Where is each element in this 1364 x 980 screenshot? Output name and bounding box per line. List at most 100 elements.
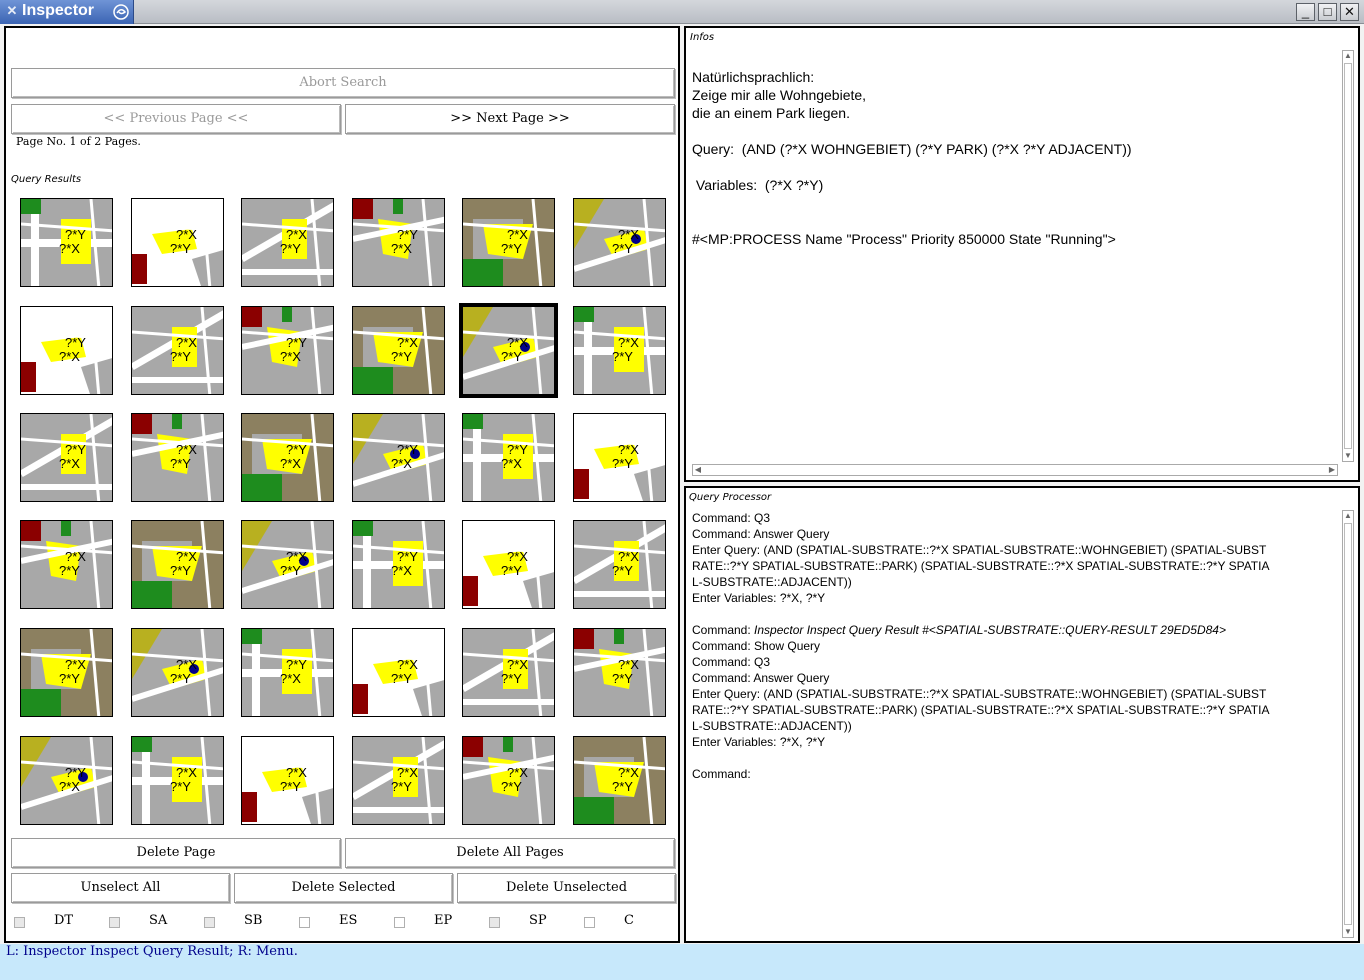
query-result-thumbnail[interactable]: ?*X ?*Y — [241, 198, 334, 287]
query-result-thumbnail[interactable]: ?*Y ?*X — [20, 413, 113, 502]
previous-page-button[interactable]: << Previous Page << — [11, 104, 341, 134]
thumb-label-second: ?*X — [280, 456, 301, 471]
thumb-label-first: ?*X — [618, 549, 639, 564]
query-result-thumbnail[interactable]: ?*X ?*Y — [131, 520, 224, 609]
thumb-label-first: ?*X — [397, 765, 418, 780]
query-result-thumbnail[interactable]: ?*X ?*Y — [352, 628, 445, 717]
swirl-icon — [113, 4, 129, 20]
checkbox-sp[interactable] — [489, 917, 500, 928]
query-result-thumbnail[interactable]: ?*X ?*Y — [462, 628, 555, 717]
map-thumbnail-image: ?*X?*Y — [463, 307, 554, 394]
thumb-label-first: ?*X — [618, 765, 639, 780]
scroll-right-icon[interactable]: ▶ — [1327, 465, 1337, 475]
map-thumbnail-image: ?*Y?*X — [353, 199, 444, 286]
close-icon[interactable]: ✕ — [1340, 3, 1359, 21]
query-result-thumbnail[interactable]: ?*X ?*Y — [573, 628, 666, 717]
delete-unselected-button[interactable]: Delete Unselected — [457, 873, 676, 903]
query-processor-log[interactable]: Command: Q3 Command: Answer Query Enter Qu… — [692, 510, 1269, 782]
thumb-label-first: ?*Y — [65, 765, 86, 780]
query-result-thumbnail[interactable]: ?*Y ?*X — [352, 198, 445, 287]
thumb-label-second: ?*Y — [391, 349, 412, 364]
thumb-label-second: ?*X — [391, 456, 412, 471]
scroll-up-icon[interactable]: ▲ — [1343, 511, 1353, 521]
thumb-label-second: ?*Y — [501, 241, 522, 256]
query-result-thumbnail[interactable]: ?*Y ?*X — [241, 413, 334, 502]
checkbox-sa[interactable] — [109, 917, 120, 928]
checkbox-ep[interactable] — [394, 917, 405, 928]
qp-vertical-scrollbar[interactable]: ▲ ▼ — [1342, 510, 1354, 938]
thumb-label-second: ?*Y — [612, 349, 633, 364]
query-result-thumbnail[interactable]: ?*X ?*Y — [462, 198, 555, 287]
thumb-label-second: ?*X — [59, 241, 80, 256]
delete-page-button[interactable]: Delete Page — [11, 838, 341, 868]
thumb-label-first: ?*X — [65, 549, 86, 564]
checkbox-c[interactable] — [584, 917, 595, 928]
query-result-thumbnail[interactable]: ?*Y ?*X — [241, 628, 334, 717]
infos-vertical-scrollbar[interactable]: ▲ ▼ — [1342, 50, 1354, 462]
query-result-thumbnail[interactable]: ?*X ?*Y — [131, 628, 224, 717]
maximize-icon[interactable]: □ — [1318, 3, 1337, 21]
query-result-thumbnail[interactable]: ?*X ?*Y — [573, 520, 666, 609]
log-line: Enter Query: (AND (SPATIAL-SUBSTRATE::?*… — [692, 543, 1267, 557]
unselect-all-button[interactable]: Unselect All — [11, 873, 230, 903]
thumb-label-first: ?*X — [507, 227, 528, 242]
thumb-label-first: ?*Y — [65, 442, 86, 457]
query-result-thumbnail[interactable]: ?*X ?*Y — [462, 736, 555, 825]
scroll-down-icon[interactable]: ▼ — [1343, 451, 1353, 461]
title-bar: ✕ Inspector _ □ ✕ — [0, 0, 1364, 24]
window-title: Inspector — [22, 2, 95, 19]
query-result-thumbnail[interactable]: ?*Y ?*X — [352, 413, 445, 502]
log-line: Enter Variables: ?*X, ?*Y — [692, 591, 826, 605]
query-result-thumbnail[interactable]: ?*X ?*Y — [241, 736, 334, 825]
delete-selected-button[interactable]: Delete Selected — [234, 873, 453, 903]
scroll-up-icon[interactable]: ▲ — [1343, 51, 1353, 61]
minimize-icon[interactable]: _ — [1296, 3, 1315, 21]
query-result-thumbnail[interactable]: ?*X ?*Y — [131, 736, 224, 825]
thumb-label-first: ?*Y — [397, 442, 418, 457]
infos-horizontal-scrollbar[interactable]: ◀ ▶ — [692, 464, 1338, 476]
query-result-thumbnail[interactable]: ?*X ?*Y — [573, 736, 666, 825]
infos-scroll-thumb[interactable] — [1344, 63, 1352, 449]
scroll-left-icon[interactable]: ◀ — [693, 465, 703, 475]
thumb-label-first: ?*X — [618, 227, 639, 242]
map-thumbnail-image: ?*X?*Y — [574, 414, 665, 501]
checkbox-es[interactable] — [299, 917, 310, 928]
map-thumbnail-image: ?*Y?*X — [242, 414, 333, 501]
query-result-thumbnail[interactable]: ?*X ?*Y — [352, 736, 445, 825]
query-result-thumbnail[interactable]: ?*X ?*Y — [573, 198, 666, 287]
query-result-thumbnail[interactable]: ?*X ?*Y — [459, 303, 558, 398]
query-result-thumbnail[interactable]: ?*X ?*Y — [241, 520, 334, 609]
checkbox-dt[interactable] — [14, 917, 25, 928]
query-result-thumbnail[interactable]: ?*Y ?*X — [20, 198, 113, 287]
query-result-thumbnail[interactable]: ?*X ?*Y — [20, 520, 113, 609]
checkbox-label-es: ES — [339, 913, 358, 928]
thumb-label-second: ?*Y — [280, 563, 301, 578]
window-menu-icon[interactable]: ✕ — [4, 3, 20, 19]
delete-all-pages-button[interactable]: Delete All Pages — [345, 838, 675, 868]
abort-search-button[interactable]: Abort Search — [11, 68, 675, 98]
query-result-thumbnail[interactable]: ?*X ?*Y — [20, 628, 113, 717]
natural-language-label: Natürlichsprachlich: — [692, 69, 815, 85]
query-result-thumbnail[interactable]: ?*Y ?*X — [241, 306, 334, 395]
qp-scroll-thumb[interactable] — [1344, 523, 1352, 925]
query-result-thumbnail[interactable]: ?*Y ?*X — [352, 520, 445, 609]
query-result-thumbnail[interactable]: ?*X ?*Y — [131, 413, 224, 502]
map-thumbnail-image: ?*X?*Y — [132, 414, 223, 501]
query-result-thumbnail[interactable]: ?*X ?*Y — [131, 306, 224, 395]
thumb-label-second: ?*Y — [280, 779, 301, 794]
query-result-thumbnail[interactable]: ?*Y ?*X — [462, 413, 555, 502]
query-result-thumbnail[interactable]: ?*X ?*Y — [462, 520, 555, 609]
query-result-thumbnail[interactable]: ?*X ?*Y — [131, 198, 224, 287]
query-result-thumbnail[interactable]: ?*Y ?*X — [20, 736, 113, 825]
query-result-thumbnail[interactable]: ?*Y ?*X — [20, 306, 113, 395]
next-page-button[interactable]: >> Next Page >> — [345, 104, 675, 134]
query-result-thumbnail[interactable]: ?*X ?*Y — [573, 413, 666, 502]
query-result-thumbnail[interactable]: ?*X ?*Y — [352, 306, 445, 395]
checkbox-sb[interactable] — [204, 917, 215, 928]
query-result-thumbnail[interactable]: ?*X ?*Y — [573, 306, 666, 395]
thumb-label-first: ?*X — [176, 227, 197, 242]
window-title-tab[interactable]: ✕ Inspector — [0, 0, 134, 24]
scroll-down-icon[interactable]: ▼ — [1343, 927, 1353, 937]
status-text: L: Inspector Inspect Query Result; R: Me… — [6, 944, 298, 959]
